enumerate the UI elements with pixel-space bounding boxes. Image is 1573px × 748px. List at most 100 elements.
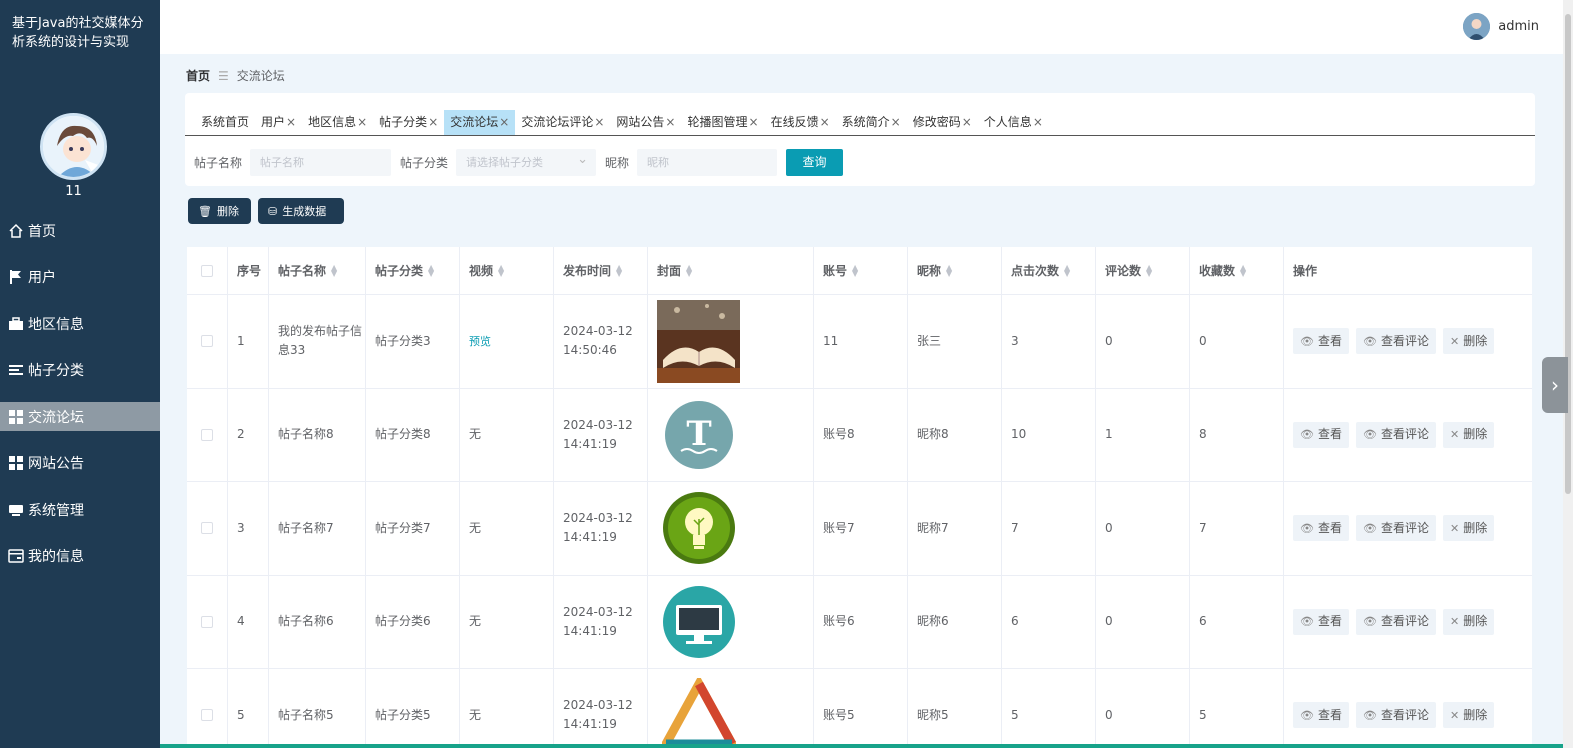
sort-icon: ▲ ▼ [616, 262, 623, 278]
header-nick[interactable]: 昵称 ▲ ▼ [908, 247, 1002, 294]
tab-password[interactable]: 修改密码× [907, 110, 978, 135]
sidebar-item-region[interactable]: 地区信息 [0, 309, 160, 338]
view-comments-button[interactable]: 👁 查看评论 [1355, 515, 1436, 542]
tab-carousel[interactable]: 轮播图管理× [681, 110, 764, 135]
tab-region[interactable]: 地区信息× [302, 110, 373, 135]
triangle-icon [657, 674, 740, 748]
cell-account: 账号6 [814, 575, 908, 668]
cell-time: 2024-03-12 14:41:19 [554, 388, 648, 481]
header-category[interactable]: 帖子分类 ▲ ▼ [366, 247, 460, 294]
view-button[interactable]: 👁 查看 [1293, 328, 1349, 355]
header-account[interactable]: 账号 ▲ ▼ [814, 247, 908, 294]
close-icon[interactable]: × [891, 115, 901, 129]
view-button[interactable]: 👁 查看 [1293, 421, 1349, 448]
header-comments[interactable]: 评论数 ▲ ▼ [1096, 247, 1190, 294]
cell-account: 账号8 [814, 388, 908, 481]
category-select[interactable]: 请选择帖子分类 [456, 146, 597, 176]
delete-button[interactable]: 🗑 删除 [188, 198, 251, 224]
filter-card: 系统首页 用户× 地区信息× 帖子分类× 交流论坛× 交流论坛评论× 网站公告×… [185, 93, 1535, 186]
sidebar-item-label: 交流论坛 [28, 409, 84, 426]
view-comments-button[interactable]: 👁 查看评论 [1355, 421, 1436, 448]
row-delete-button[interactable]: ✕ 删除 [1442, 515, 1495, 542]
query-button[interactable]: 查询 [786, 148, 844, 176]
sidebar-item-label: 网站公告 [28, 456, 84, 472]
nick-search-input[interactable]: 昵称 [637, 148, 778, 176]
close-icon[interactable]: × [594, 115, 604, 129]
table-row: 1 我的发布帖子信息33 帖子分类3 预览 2024-03-12 14:50:4… [187, 295, 1532, 389]
sidebar-item-home[interactable]: 首页 [0, 216, 160, 245]
row-checkbox[interactable] [201, 709, 213, 722]
row-checkbox[interactable] [201, 615, 213, 628]
close-icon[interactable]: × [820, 115, 830, 129]
sidebar-item-category[interactable]: 帖子分类 [0, 356, 160, 385]
row-checkbox[interactable] [201, 428, 213, 441]
chevron-right-icon[interactable]: › [1542, 357, 1568, 413]
database-icon: ⛁ [268, 204, 278, 218]
flag-icon [8, 269, 24, 285]
view-comments-button[interactable]: 👁 查看评论 [1355, 608, 1436, 635]
close-icon[interactable]: × [286, 115, 296, 129]
tab-profile[interactable]: 个人信息× [978, 110, 1049, 135]
tab-notice[interactable]: 网站公告× [610, 110, 681, 135]
close-icon[interactable]: × [1033, 115, 1043, 129]
row-checkbox[interactable] [201, 522, 213, 535]
close-icon[interactable]: × [749, 115, 759, 129]
cell-nick: 昵称6 [908, 575, 1002, 668]
cell-comments: 0 [1096, 482, 1190, 575]
row-delete-button[interactable]: ✕ 删除 [1442, 328, 1495, 355]
cell-title: 帖子名称7 [269, 482, 366, 575]
breadcrumb-home[interactable]: 首页 [186, 67, 210, 84]
eye-icon: 👁 [1300, 708, 1314, 722]
row-checkbox[interactable] [201, 335, 213, 348]
user-avatar[interactable] [40, 113, 107, 180]
cell-category: 帖子分类8 [366, 388, 460, 481]
sidebar-item-profile[interactable]: 我的信息 [0, 542, 160, 571]
cell-time: 2024-03-12 14:41:19 [554, 669, 648, 748]
header-favorites[interactable]: 收藏数 ▲ ▼ [1190, 247, 1284, 294]
view-button[interactable]: 👁 查看 [1293, 702, 1349, 729]
cell-favorites: 5 [1190, 669, 1284, 748]
close-icon[interactable]: × [665, 115, 675, 129]
header-title[interactable]: 帖子名称 ▲ ▼ [269, 247, 366, 294]
tab-users[interactable]: 用户× [255, 110, 302, 135]
close-icon[interactable]: × [428, 115, 438, 129]
cell-no: 5 [228, 669, 269, 748]
tab-bar: 系统首页 用户× 地区信息× 帖子分类× 交流论坛× 交流论坛评论× 网站公告×… [185, 110, 1535, 136]
generate-data-button[interactable]: ⛁ 生成数据 [258, 198, 344, 224]
eye-icon: 👁 [1362, 428, 1377, 442]
tab-feedback[interactable]: 在线反馈× [765, 110, 836, 135]
close-icon: ✕ [1449, 428, 1460, 442]
sidebar-item-system[interactable]: 系统管理 [0, 495, 160, 524]
tab-home[interactable]: 系统首页 [195, 110, 255, 135]
view-button[interactable]: 👁 查看 [1293, 608, 1349, 635]
close-icon[interactable]: × [357, 115, 367, 129]
tab-forum[interactable]: 交流论坛× [444, 110, 516, 135]
header-clicks[interactable]: 点击次数 ▲ ▼ [1002, 247, 1096, 294]
header-time[interactable]: 发布时间 ▲ ▼ [554, 247, 648, 294]
close-icon[interactable]: × [962, 115, 972, 129]
row-delete-button[interactable]: ✕ 删除 [1442, 702, 1495, 729]
tab-forum-comments[interactable]: 交流论坛评论× [515, 110, 610, 135]
card-icon [8, 548, 24, 564]
row-delete-button[interactable]: ✕ 删除 [1442, 421, 1495, 448]
sidebar-item-notice[interactable]: 网站公告 [0, 449, 160, 478]
title-search-input[interactable]: 帖子名称 [250, 148, 392, 176]
user-menu[interactable]: admin [1463, 13, 1539, 40]
row-delete-button[interactable]: ✕ 删除 [1442, 608, 1495, 635]
close-icon[interactable]: × [499, 115, 509, 129]
video-preview-link[interactable]: 预览 [469, 332, 491, 351]
close-icon: ✕ [1449, 615, 1460, 629]
grid-icon [8, 455, 24, 471]
header-cover[interactable]: 封面 ▲ ▼ [648, 247, 814, 294]
select-all-checkbox[interactable] [201, 264, 213, 277]
cell-account: 账号5 [814, 669, 908, 748]
sidebar-item-users[interactable]: 用户 [0, 263, 160, 292]
sidebar-item-forum[interactable]: 交流论坛 [0, 402, 160, 431]
eye-icon: 👁 [1362, 615, 1377, 629]
header-video[interactable]: 视频 ▲ ▼ [460, 247, 554, 294]
view-button[interactable]: 👁 查看 [1293, 515, 1349, 542]
tab-category[interactable]: 帖子分类× [373, 110, 444, 135]
view-comments-button[interactable]: 👁 查看评论 [1355, 328, 1436, 355]
tab-intro[interactable]: 系统简介× [836, 110, 907, 135]
view-comments-button[interactable]: 👁 查看评论 [1355, 702, 1436, 729]
